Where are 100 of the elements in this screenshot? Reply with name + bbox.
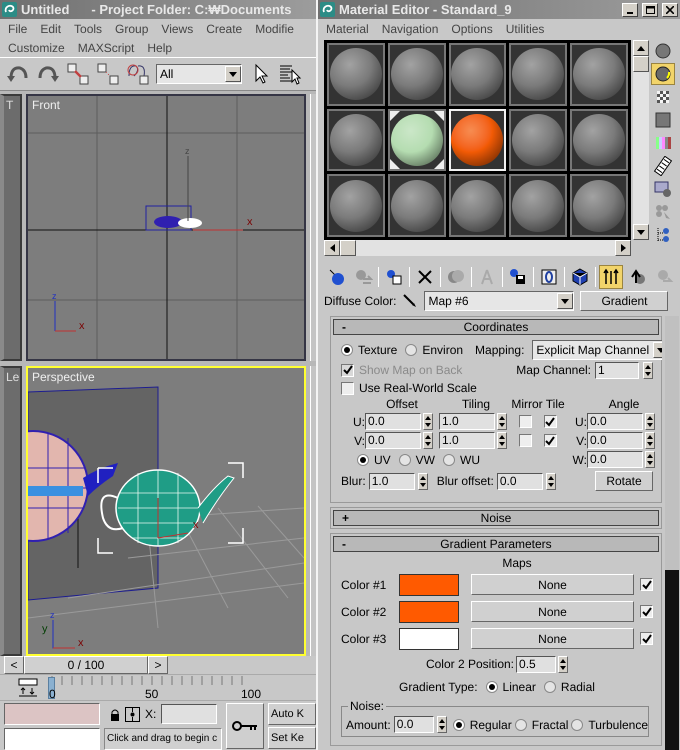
key-mode-button[interactable]: Set Ke [268, 727, 316, 749]
up-arrow-icon[interactable] [637, 46, 645, 50]
x-coordinate-field[interactable] [161, 704, 218, 724]
viewport[interactable]: Perspective x z y x [26, 366, 306, 656]
key-mode-button[interactable]: Auto K [268, 703, 316, 725]
mode-radio[interactable] [341, 344, 353, 356]
panel-scrollbar[interactable] [665, 316, 679, 750]
script-listener-field[interactable] [4, 703, 100, 725]
link-icon[interactable] [66, 62, 90, 86]
map-button[interactable]: None [471, 601, 634, 622]
checkbox[interactable] [341, 382, 354, 394]
spinner-arrows[interactable] [546, 472, 556, 490]
mirror-checkbox[interactable] [518, 415, 532, 428]
eyedropper-icon[interactable] [402, 293, 418, 309]
mirror-checkbox[interactable] [518, 434, 532, 447]
noise-type-radio[interactable] [514, 718, 527, 730]
end-result-tool-icon[interactable] [599, 265, 623, 289]
bind-icon[interactable] [126, 62, 150, 86]
spinner-arrows[interactable] [497, 413, 507, 430]
gradient-type-radio[interactable] [486, 681, 498, 693]
right-arrow-icon[interactable] [620, 244, 626, 252]
mapping-dropdown[interactable]: Explicit Map Channel [532, 340, 662, 360]
noise-type-radio[interactable] [571, 718, 584, 730]
axis-radio[interactable] [398, 454, 411, 466]
time-slider-thumb[interactable]: 0 / 100 [24, 656, 148, 674]
menu-item[interactable]: Group [115, 22, 148, 36]
menu-item[interactable]: Modifie [255, 22, 294, 36]
close-button[interactable] [662, 2, 678, 16]
scrollbar-thumb[interactable] [340, 240, 356, 256]
tile-checkbox[interactable] [544, 434, 556, 447]
spinner-arrows[interactable] [645, 451, 655, 468]
tile-checkbox[interactable] [544, 415, 556, 428]
number-field[interactable]: 0.0 [365, 432, 421, 449]
spinner-arrows[interactable] [558, 656, 568, 672]
number-field[interactable]: 0.0 [587, 451, 643, 468]
color-swatch[interactable] [399, 574, 459, 596]
rollout-header[interactable]: + Noise [333, 510, 659, 526]
spinner-arrows[interactable] [497, 432, 507, 449]
color-swatch[interactable] [399, 600, 459, 622]
menu-item[interactable]: Create [206, 22, 242, 36]
maximize-button[interactable] [642, 2, 658, 16]
viewport-label[interactable]: Front [32, 98, 60, 112]
menu-item[interactable]: MAXScript [78, 40, 134, 54]
rollout-header[interactable]: - Gradient Parameters [333, 536, 659, 552]
number-field[interactable]: 1.0 [368, 472, 415, 490]
spinner-arrows[interactable] [418, 472, 428, 490]
spinner-arrows[interactable] [645, 432, 655, 449]
map-checkbox[interactable] [640, 578, 653, 591]
crosshair-icon[interactable] [125, 706, 140, 722]
number-field[interactable]: 0.0 [496, 472, 543, 490]
sample-slot[interactable] [509, 108, 568, 172]
spinner-arrows[interactable] [436, 716, 447, 733]
left-arrow-icon[interactable] [330, 244, 334, 252]
axis-radio[interactable] [443, 454, 456, 466]
sample-slot[interactable] [388, 108, 446, 172]
minimize-button[interactable] [622, 2, 638, 16]
menu-item[interactable]: Navigation [382, 22, 438, 36]
playhead[interactable] [48, 676, 55, 698]
menu-item[interactable]: Options [451, 22, 493, 36]
selection-filter-dropdown[interactable]: All [156, 64, 242, 84]
track-bar-icon[interactable] [16, 676, 40, 700]
horizontal-scrollbar[interactable] [324, 240, 631, 256]
number-field[interactable]: 1 [595, 362, 639, 378]
script-output-field[interactable] [4, 728, 100, 750]
lock-icon[interactable] [110, 708, 120, 720]
backlight-tool-icon[interactable] [651, 63, 675, 85]
noise-type-radio[interactable] [452, 718, 465, 730]
rollout-header[interactable]: - Coordinates [333, 319, 659, 335]
spinner-arrows[interactable] [423, 413, 433, 430]
axis-radio[interactable] [357, 454, 369, 466]
number-field[interactable]: 0.0 [394, 716, 434, 733]
number-field[interactable]: 1.0 [439, 432, 495, 449]
track-bar[interactable]: 0 50 100 [48, 676, 284, 700]
map-name-dropdown[interactable]: Map #6 [424, 291, 574, 311]
scrollbar-thumb[interactable] [633, 56, 649, 72]
number-field[interactable]: 0.0 [587, 413, 643, 430]
map-type-button[interactable]: Gradient [580, 291, 668, 311]
gradient-type-radio[interactable] [544, 681, 556, 693]
map-checkbox[interactable] [640, 605, 653, 618]
unlink-icon[interactable] [96, 62, 120, 86]
mode-radio[interactable] [405, 344, 418, 356]
number-field[interactable]: 1.0 [439, 413, 495, 430]
menu-item[interactable]: File [8, 22, 28, 36]
spinner-arrows[interactable] [643, 362, 653, 378]
spinner-arrows[interactable] [423, 432, 433, 449]
viewport[interactable]: Front z x z x [26, 94, 306, 361]
map-button[interactable]: None [471, 628, 634, 649]
map-button[interactable]: None [471, 574, 634, 595]
spinner-arrows[interactable] [645, 413, 655, 430]
number-field[interactable]: 0.5 [516, 656, 556, 672]
viewport-label[interactable]: Perspective [32, 370, 95, 384]
menu-item[interactable]: Utilities [506, 22, 544, 36]
map-checkbox[interactable] [640, 632, 653, 645]
menu-item[interactable]: Views [161, 22, 194, 36]
menu-item[interactable]: Edit [40, 22, 62, 36]
number-field[interactable]: 0.0 [587, 432, 643, 449]
vertical-scrollbar[interactable] [633, 40, 649, 240]
rotate-button[interactable]: Rotate [595, 471, 653, 491]
menu-item[interactable]: Tools [74, 22, 102, 36]
menu-item[interactable]: Material [326, 22, 369, 36]
